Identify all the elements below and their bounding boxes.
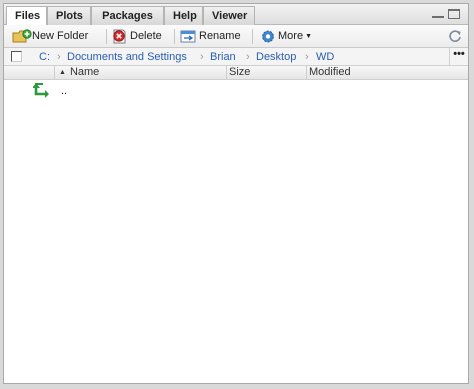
column-divider: [306, 66, 307, 79]
breadcrumb-separator-icon: ›: [57, 51, 61, 63]
gear-icon: [262, 30, 274, 43]
breadcrumb-item-drive[interactable]: C:: [39, 50, 50, 64]
breadcrumb-item-wd[interactable]: WD: [316, 50, 334, 64]
tab-help[interactable]: Help: [164, 6, 203, 25]
select-all-checkbox[interactable]: [11, 51, 22, 62]
new-folder-icon: [12, 29, 32, 43]
column-divider: [226, 66, 227, 79]
tab-viewer[interactable]: Viewer: [203, 6, 255, 25]
go-to-directory-button[interactable]: •••: [449, 48, 468, 65]
column-header-size[interactable]: Size: [229, 66, 304, 79]
breadcrumb-item-brian[interactable]: Brian: [210, 50, 236, 64]
breadcrumb-item-documents-and-settings[interactable]: Documents and Settings: [67, 50, 187, 64]
file-row-parent-directory[interactable]: ..: [4, 82, 468, 100]
breadcrumb-separator-icon: ›: [305, 51, 309, 63]
files-pane: Files Plots Packages Help Viewer New Fol…: [3, 3, 469, 384]
files-toolbar: New Folder Delete Rename More ▼: [4, 25, 468, 48]
sort-ascending-icon: ▲: [59, 69, 66, 76]
tab-plots[interactable]: Plots: [47, 6, 91, 25]
tab-packages[interactable]: Packages: [91, 6, 164, 25]
chevron-down-icon: ▼: [305, 33, 312, 40]
toolbar-divider: [174, 29, 175, 44]
go-up-icon[interactable]: [33, 83, 49, 99]
column-header-name-label: Name: [69, 66, 100, 78]
delete-icon: [113, 29, 126, 44]
more-label: More: [278, 30, 304, 42]
rename-label: Rename: [199, 30, 241, 42]
tab-files[interactable]: Files: [6, 6, 47, 26]
delete-label: Delete: [130, 30, 162, 42]
parent-directory-link[interactable]: ..: [61, 84, 67, 98]
breadcrumb-separator-icon: ›: [246, 51, 250, 63]
rename-button[interactable]: Rename: [180, 29, 241, 44]
toolbar-divider: [252, 29, 253, 44]
pane-tab-strip: Files Plots Packages Help Viewer: [4, 4, 468, 26]
column-header-modified[interactable]: Modified: [309, 66, 459, 79]
column-divider: [54, 66, 55, 79]
more-button[interactable]: More ▼: [260, 29, 312, 44]
breadcrumb: C: › Documents and Settings › Brian › De…: [4, 48, 468, 66]
column-header-name[interactable]: ▲ Name: [59, 66, 224, 79]
breadcrumb-separator-icon: ›: [200, 51, 204, 63]
toolbar-divider: [106, 29, 107, 44]
refresh-icon[interactable]: [448, 29, 462, 43]
new-folder-label: New Folder: [32, 30, 89, 42]
maximize-pane-icon[interactable]: [448, 9, 460, 19]
rename-icon: [180, 30, 196, 43]
minimize-pane-icon[interactable]: [432, 9, 444, 18]
new-folder-button[interactable]: New Folder: [12, 29, 88, 44]
file-list-header: ▲ Name Size Modified: [4, 66, 468, 80]
breadcrumb-item-desktop[interactable]: Desktop: [256, 50, 296, 64]
delete-button[interactable]: Delete: [112, 29, 162, 44]
